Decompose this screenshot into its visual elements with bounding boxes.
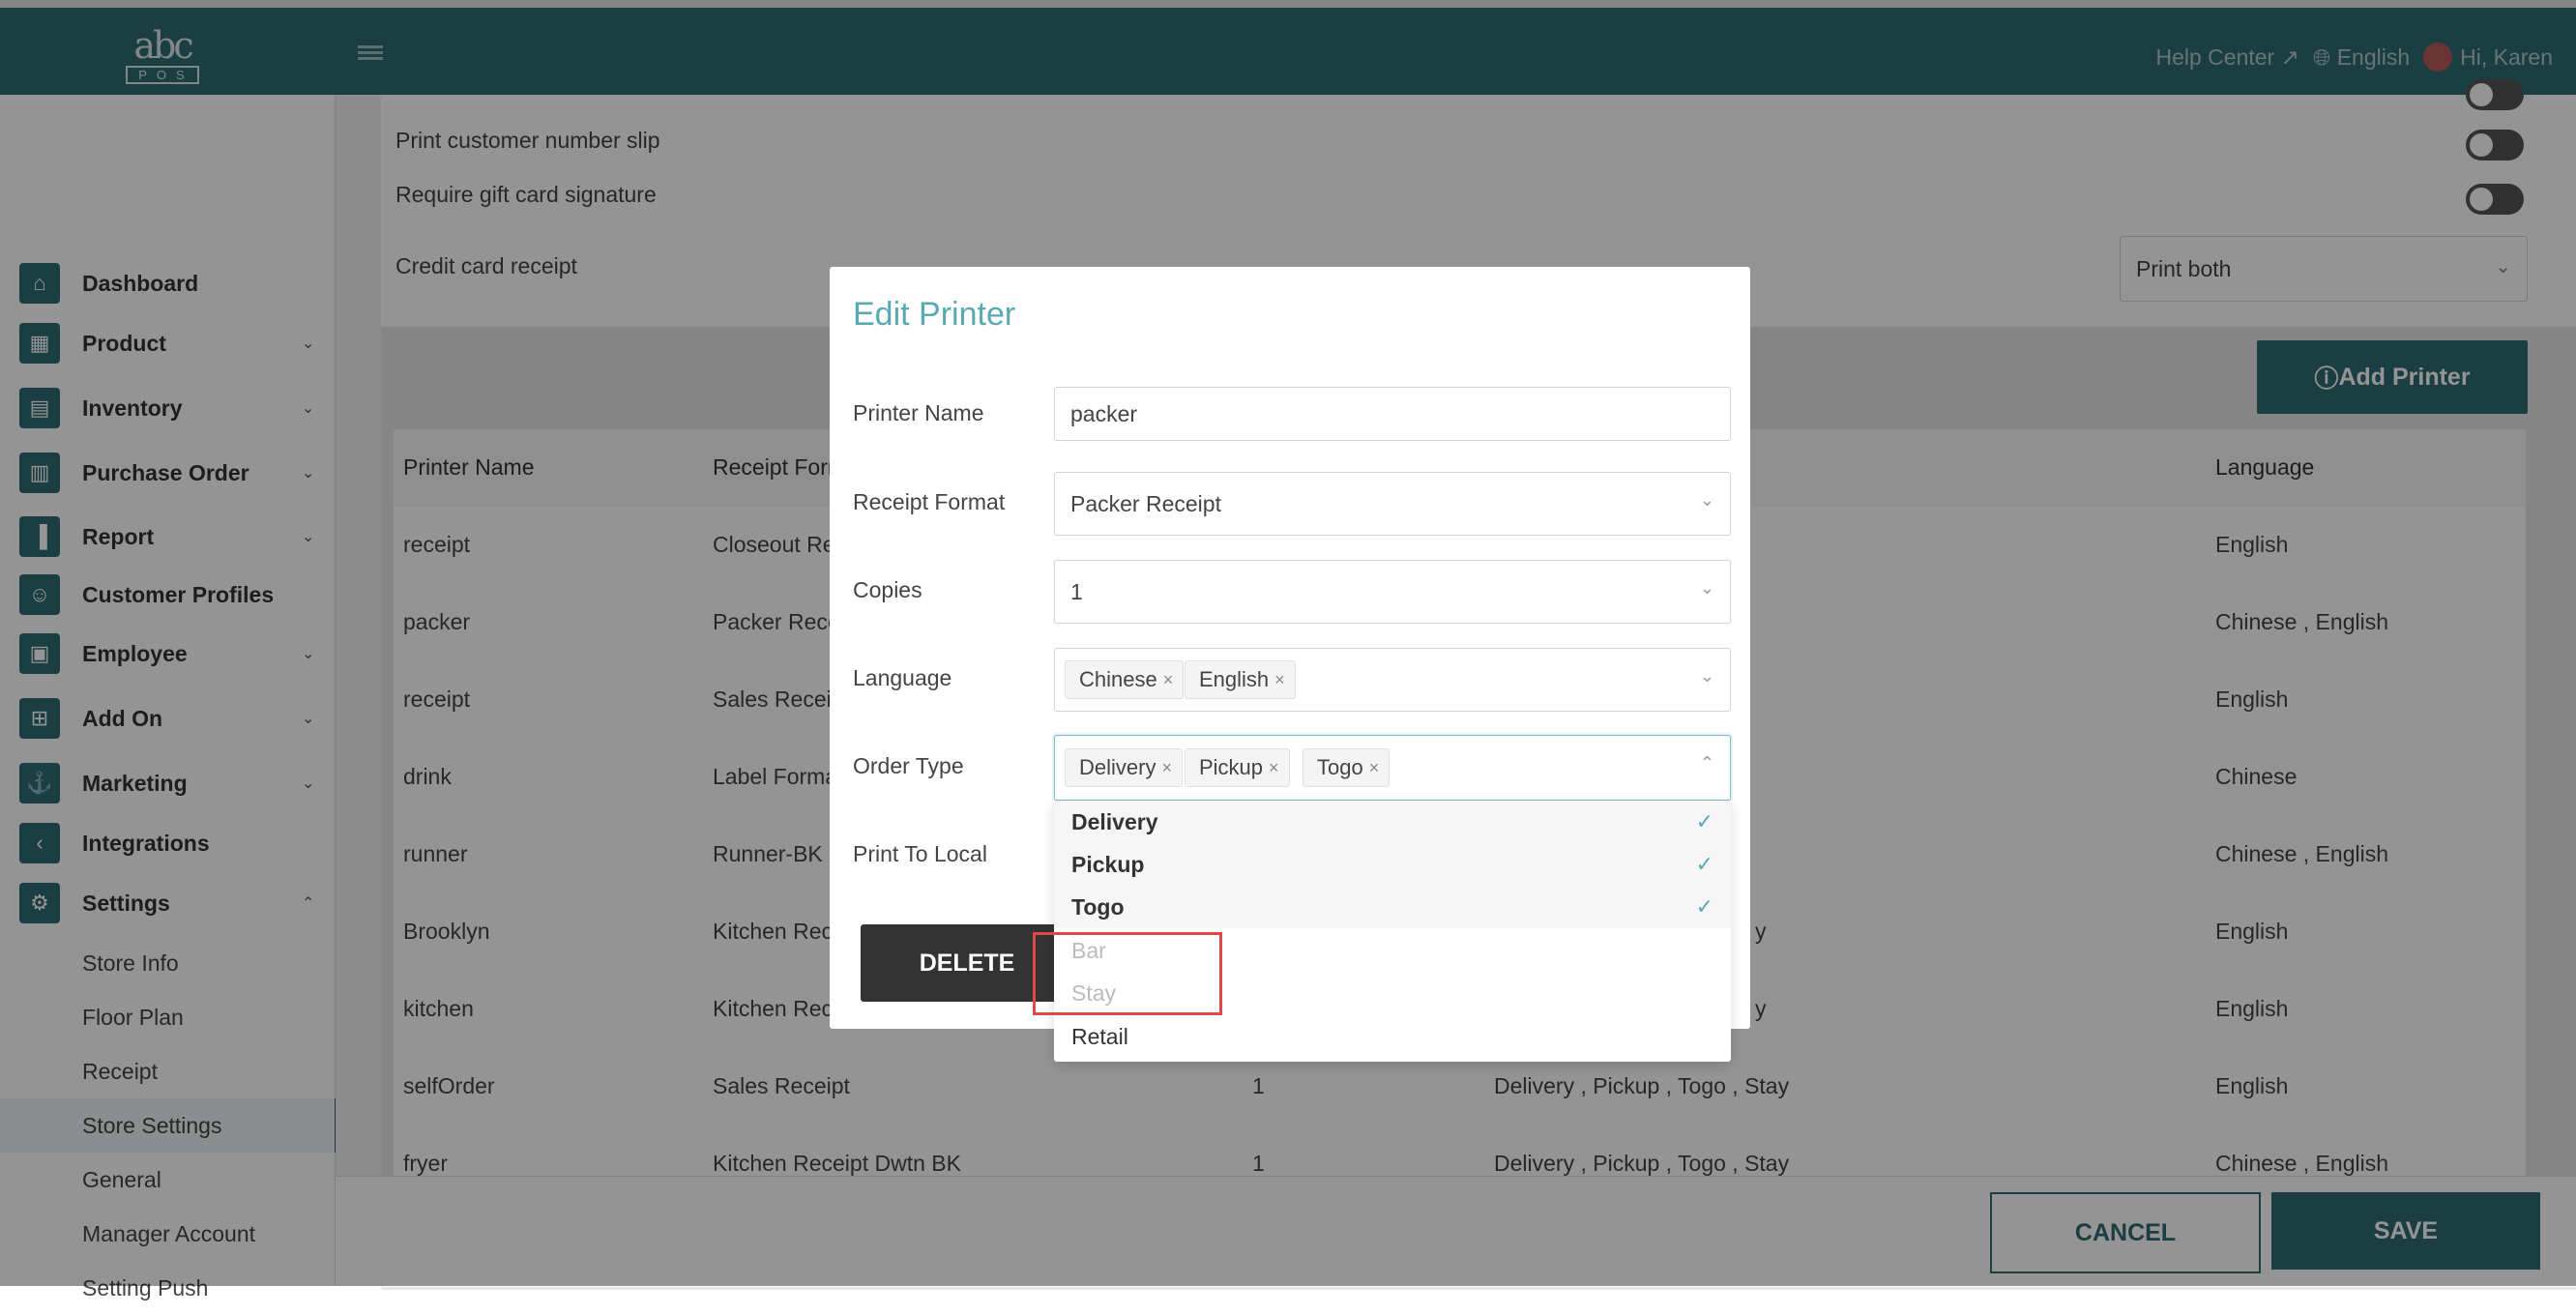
dropdown-option-retail[interactable]: Retail [1054,1015,1731,1058]
option-label: Togo [1071,893,1125,920]
language-multiselect[interactable]: Chinese × English × ⌄ [1054,648,1731,712]
print-to-local-label: Print To Local [853,841,987,866]
chevron-down-icon: ⌄ [1699,490,1714,510]
check-icon: ✓ [1695,894,1713,919]
language-tag: English × [1185,660,1296,699]
language-tag: Chinese × [1065,660,1185,699]
close-icon[interactable]: × [1163,670,1174,690]
dropdown-option-delivery[interactable]: Delivery ✓ [1054,801,1731,843]
order-type-dropdown: Delivery ✓ Pickup ✓ Togo ✓ Bar Stay Retail [1054,801,1731,1062]
tag-label: Pickup [1199,755,1264,779]
dropdown-option-togo[interactable]: Togo ✓ [1054,886,1731,928]
close-icon[interactable]: × [1269,758,1279,778]
printer-name-input[interactable]: packer [1054,387,1731,441]
order-type-tag: Togo × [1303,748,1390,787]
modal-title: Edit Printer [853,296,1016,333]
check-icon: ✓ [1695,852,1713,876]
receipt-format-label: Receipt Format [853,489,1006,514]
annotation-highlight-box [1033,932,1222,1015]
order-type-tag: Pickup × [1185,748,1290,787]
chevron-down-icon: ⌄ [1699,578,1714,598]
chevron-up-icon: ⌃ [1699,753,1714,773]
tag-label: Delivery [1079,755,1156,779]
tag-label: Chinese [1079,667,1157,691]
option-label: Retail [1071,1023,1128,1049]
close-icon[interactable]: × [1274,670,1285,690]
option-label: Pickup [1071,851,1145,877]
check-icon: ✓ [1695,809,1713,833]
printer-name-label: Printer Name [853,400,984,425]
tag-label: English [1199,667,1270,691]
receipt-format-value: Packer Receipt [1070,491,1221,516]
option-label: Delivery [1071,808,1158,834]
tag-label: Togo [1317,755,1363,779]
chevron-down-icon: ⌄ [1699,666,1714,686]
order-type-multiselect[interactable]: Delivery × Pickup × Togo × ⌃ [1054,735,1731,801]
receipt-format-select[interactable]: Packer Receipt ⌄ [1054,472,1731,536]
language-label: Language [853,665,952,690]
close-icon[interactable]: × [1161,758,1172,778]
order-type-tag: Delivery × [1065,748,1183,787]
copies-value: 1 [1070,579,1083,604]
copies-select[interactable]: 1 ⌄ [1054,560,1731,624]
copies-label: Copies [853,577,922,602]
order-type-label: Order Type [853,753,964,778]
close-icon[interactable]: × [1369,758,1380,778]
dropdown-option-pickup[interactable]: Pickup ✓ [1054,843,1731,886]
printer-name-value: packer [1070,401,1138,426]
